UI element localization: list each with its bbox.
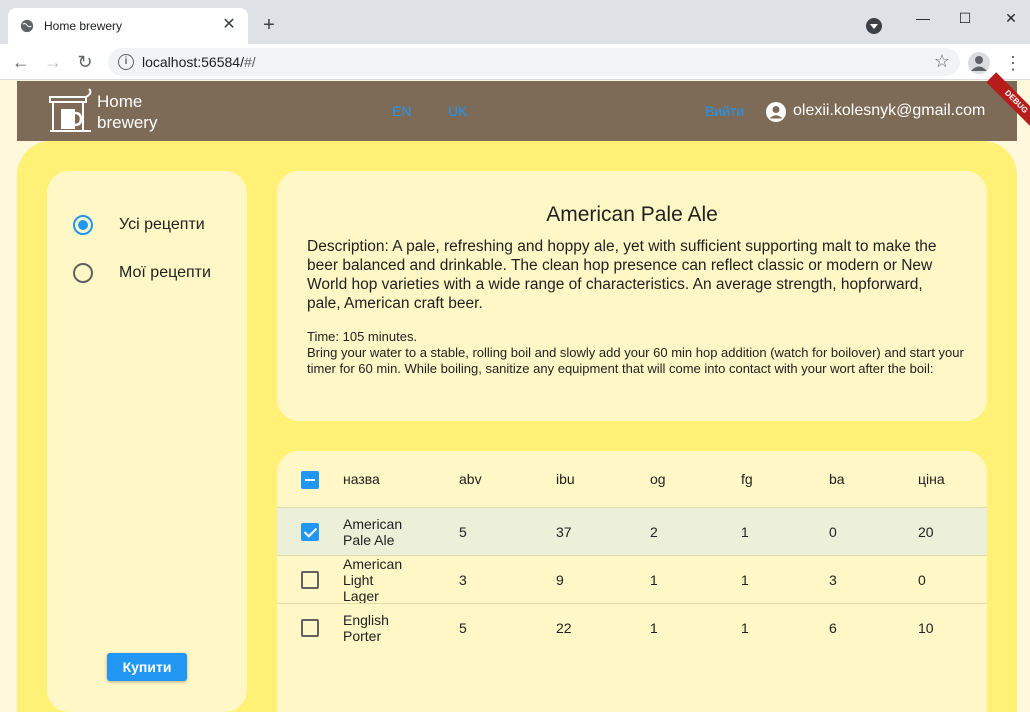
cell-ba: 0 bbox=[829, 524, 837, 540]
cell-name: English Porter bbox=[343, 612, 389, 644]
table-row[interactable]: American Light Lager 3 9 1 1 3 0 bbox=[277, 555, 987, 604]
tab-title: Home brewery bbox=[44, 19, 123, 33]
column-header[interactable]: og bbox=[650, 471, 666, 487]
tab-search-icon[interactable] bbox=[866, 18, 882, 34]
browser-tab[interactable]: Home brewery ✕ bbox=[8, 8, 248, 44]
brand-name: Home brewery bbox=[97, 92, 158, 132]
account-circle-icon bbox=[766, 102, 786, 122]
cell-fg: 1 bbox=[741, 524, 749, 540]
row-checkbox[interactable] bbox=[301, 523, 319, 541]
row-checkbox[interactable] bbox=[301, 571, 319, 589]
recipe-description-card: American Pale Ale Description: A pale, r… bbox=[277, 171, 987, 421]
column-header[interactable]: abv bbox=[459, 471, 482, 487]
reload-icon[interactable]: ↻ bbox=[74, 51, 96, 73]
browser-toolbar: ← → ↻ i localhost:56584/#/ ☆ ⋮ bbox=[0, 44, 1030, 80]
buy-button[interactable]: Купити bbox=[107, 653, 187, 681]
cell-og: 2 bbox=[650, 524, 658, 540]
cell-ibu: 9 bbox=[556, 572, 564, 588]
cell-price: 0 bbox=[918, 572, 926, 588]
user-email: olexii.kolesnyk@gmail.com bbox=[793, 102, 986, 119]
recipes-table: назва abv ibu og fg ba ціна American Pal… bbox=[277, 451, 987, 712]
radio-all-recipes[interactable]: Усі рецепти bbox=[73, 211, 247, 239]
cell-fg: 1 bbox=[741, 572, 749, 588]
lang-uk-button[interactable]: UK bbox=[448, 103, 467, 119]
cell-og: 1 bbox=[650, 620, 658, 636]
logout-button[interactable]: Вийти bbox=[705, 103, 744, 119]
debug-banner: DEBUG bbox=[986, 72, 1030, 132]
recipe-steps: Bring your water to a stable, rolling bo… bbox=[307, 345, 964, 376]
bookmark-star-icon[interactable]: ☆ bbox=[934, 51, 950, 72]
cell-ibu: 22 bbox=[556, 620, 572, 636]
back-arrow-icon[interactable]: ← bbox=[10, 51, 32, 73]
minimize-button[interactable]: — bbox=[908, 8, 938, 28]
address-bar[interactable]: i localhost:56584/#/ ☆ bbox=[108, 48, 960, 76]
forward-arrow-icon[interactable]: → bbox=[42, 51, 64, 73]
browser-tabstrip: Home brewery ✕ + — ☐ ✕ bbox=[0, 0, 1030, 44]
cell-fg: 1 bbox=[741, 620, 749, 636]
cell-ibu: 37 bbox=[556, 524, 572, 540]
radio-label: Мої рецепти bbox=[119, 264, 211, 281]
table-row[interactable]: American Pale Ale 5 37 2 1 0 20 bbox=[277, 507, 987, 555]
cell-ba: 6 bbox=[829, 620, 837, 636]
cell-price: 20 bbox=[918, 524, 934, 540]
new-tab-button[interactable]: + bbox=[258, 14, 280, 36]
brewery-logo-icon bbox=[49, 88, 92, 132]
recipe-time: Time: 105 minutes. bbox=[307, 329, 418, 344]
radio-label: Усі рецепти bbox=[119, 216, 205, 233]
column-header[interactable]: ibu bbox=[556, 471, 575, 487]
row-checkbox[interactable] bbox=[301, 619, 319, 637]
globe-icon bbox=[20, 19, 34, 33]
cell-abv: 3 bbox=[459, 572, 467, 588]
cell-name: American Pale Ale bbox=[343, 516, 403, 548]
cell-abv: 5 bbox=[459, 620, 467, 636]
column-header[interactable]: ціна bbox=[918, 471, 945, 487]
url-text: localhost:56584/#/ bbox=[142, 54, 256, 70]
recipe-instructions: Time: 105 minutes. Bring your water to a… bbox=[307, 329, 967, 377]
cell-price: 10 bbox=[918, 620, 934, 636]
cell-abv: 5 bbox=[459, 524, 467, 540]
main-content: Усі рецепти Мої рецепти Купити American … bbox=[17, 141, 1017, 712]
lang-en-button[interactable]: EN bbox=[392, 103, 411, 119]
recipe-description: Description: A pale, refreshing and hopp… bbox=[307, 238, 937, 312]
kebab-menu-icon[interactable]: ⋮ bbox=[1004, 52, 1022, 74]
cell-name: American Light Lager bbox=[343, 556, 403, 604]
column-header[interactable]: ba bbox=[829, 471, 845, 487]
column-header[interactable]: назва bbox=[343, 471, 380, 487]
recipe-title: American Pale Ale bbox=[546, 203, 718, 226]
column-header[interactable]: fg bbox=[741, 471, 753, 487]
close-window-button[interactable]: ✕ bbox=[996, 8, 1026, 28]
radio-selected-icon[interactable] bbox=[73, 215, 93, 235]
table-row[interactable]: English Porter 5 22 1 1 6 10 bbox=[277, 603, 987, 651]
select-all-checkbox[interactable] bbox=[301, 471, 319, 489]
tab-close-icon[interactable]: ✕ bbox=[220, 16, 238, 34]
table-header: назва abv ibu og fg ba ціна bbox=[277, 451, 987, 507]
filter-sidebar: Усі рецепти Мої рецепти Купити bbox=[47, 171, 247, 712]
app-root: Home brewery EN UK Вийти olexii.kolesnyk… bbox=[0, 72, 1030, 712]
app-bar: Home brewery EN UK Вийти olexii.kolesnyk… bbox=[17, 72, 1030, 141]
cell-ba: 3 bbox=[829, 572, 837, 588]
cell-og: 1 bbox=[650, 572, 658, 588]
maximize-button[interactable]: ☐ bbox=[950, 8, 980, 28]
radio-my-recipes[interactable]: Мої рецепти bbox=[73, 259, 247, 287]
profile-avatar-icon[interactable] bbox=[968, 52, 990, 74]
info-icon[interactable]: i bbox=[118, 54, 134, 70]
radio-unselected-icon[interactable] bbox=[73, 263, 93, 283]
